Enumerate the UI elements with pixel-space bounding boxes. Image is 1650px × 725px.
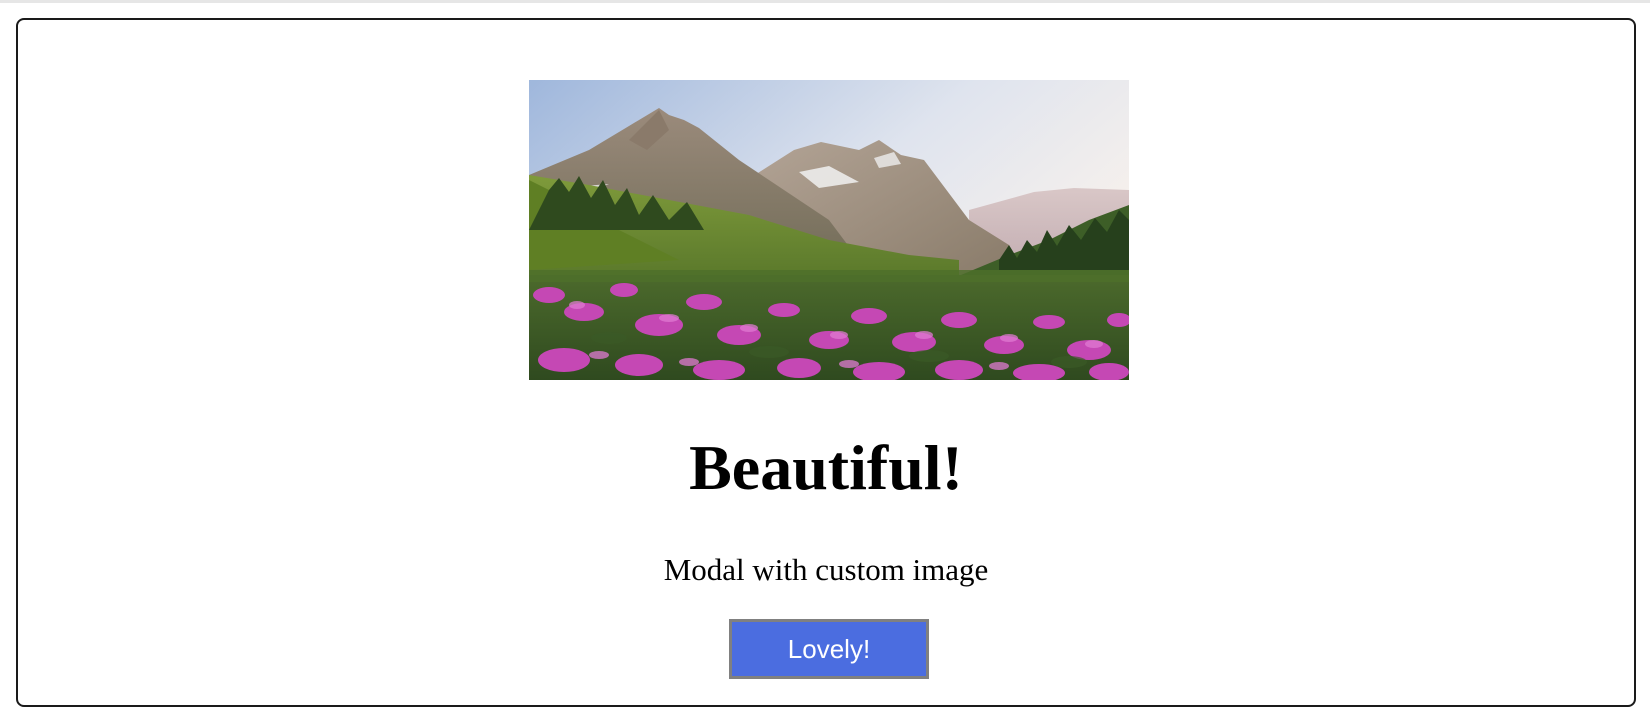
top-divider xyxy=(0,0,1650,3)
modal-title: Beautiful! xyxy=(689,432,963,503)
modal-text: Modal with custom image xyxy=(663,552,989,587)
confirm-button[interactable]: Lovely! xyxy=(729,619,929,679)
modal-dialog: Beautiful! Modal with custom image Lovel… xyxy=(16,18,1636,707)
modal-image xyxy=(529,80,1129,380)
